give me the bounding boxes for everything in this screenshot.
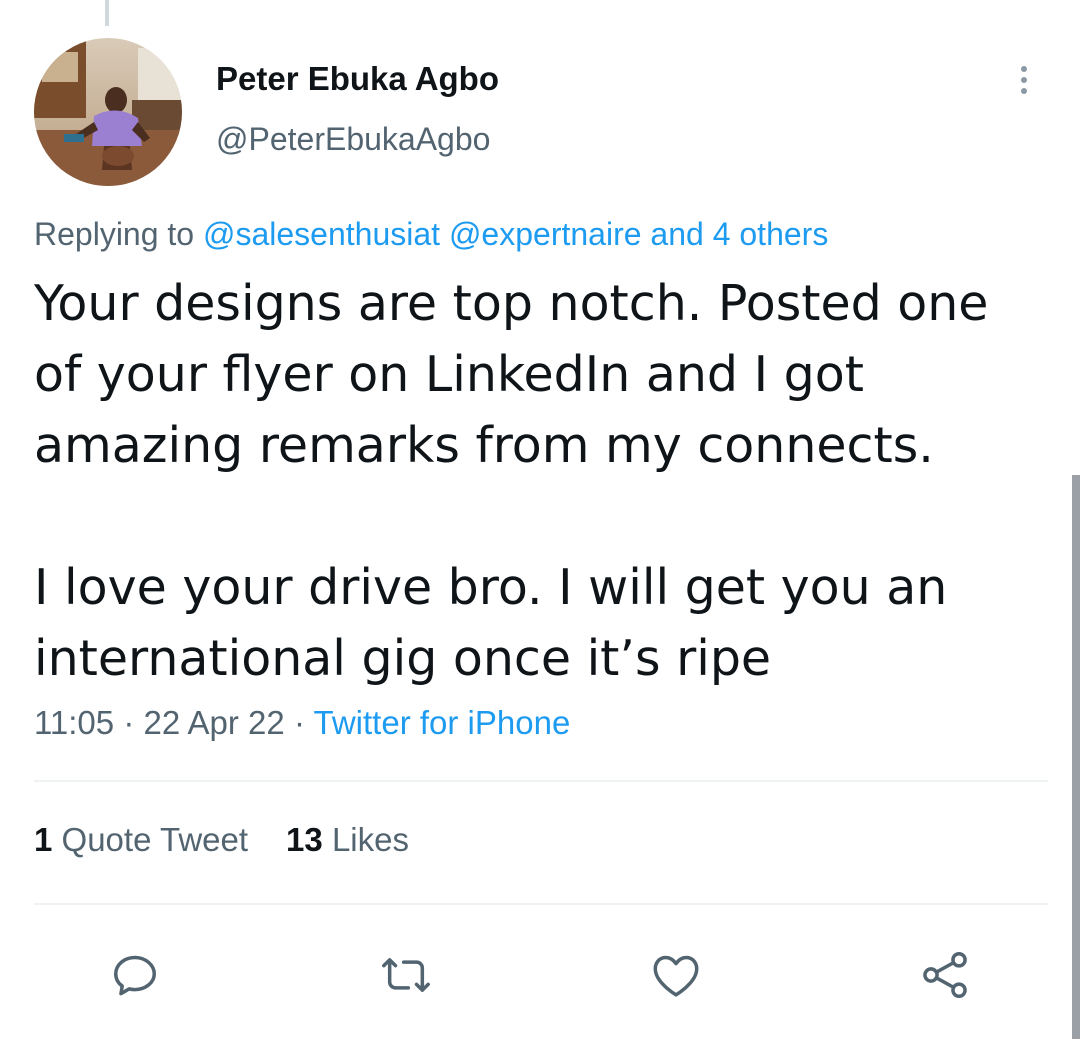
engagement-stats: 1 Quote Tweet 13 Likes: [34, 821, 409, 859]
author-name[interactable]: Peter Ebuka Agbo: [216, 60, 499, 98]
thread-connector-line: [105, 0, 109, 26]
divider: [34, 903, 1048, 905]
replying-to-users-link[interactable]: @salesenthusiat @expertnaire and 4 other…: [203, 216, 828, 252]
more-vertical-icon-dot: [1021, 77, 1027, 83]
reply-icon: [114, 955, 156, 996]
scrollbar[interactable]: [1072, 475, 1080, 1039]
tweet-metadata: 11:05 · 22 Apr 22 · Twitter for iPhone: [34, 704, 570, 742]
tweet-paragraph-2: I love your drive bro. I will get you an…: [34, 559, 948, 687]
share-icon: [923, 952, 967, 998]
quote-tweets-stat[interactable]: 1 Quote Tweet: [34, 821, 248, 859]
replying-to-prefix: Replying to: [34, 216, 195, 252]
more-options-button[interactable]: [1008, 60, 1040, 100]
divider: [34, 780, 1048, 782]
tweet-source-link[interactable]: Twitter for iPhone: [314, 704, 571, 741]
tweet-text: Your designs are top notch. Posted one o…: [34, 268, 1044, 694]
more-vertical-icon-dot: [1021, 88, 1027, 94]
meta-separator: ·: [293, 704, 305, 741]
tweet-action-bar: [0, 940, 1080, 1010]
more-vertical-icon: [1021, 66, 1027, 72]
heart-icon: [653, 955, 699, 997]
avatar[interactable]: [34, 38, 182, 186]
tweet-paragraph-1: Your designs are top notch. Posted one o…: [34, 275, 989, 474]
likes-stat[interactable]: 13 Likes: [286, 821, 409, 859]
replying-to: Replying to @salesenthusiat @expertnaire…: [34, 216, 828, 253]
author-handle[interactable]: @PeterEbukaAgbo: [216, 121, 490, 158]
quote-tweet-count: 1: [34, 821, 53, 858]
retweet-button[interactable]: [371, 940, 441, 1010]
likes-label: Likes: [331, 821, 409, 858]
like-count: 13: [286, 821, 323, 858]
retweet-icon: [382, 958, 430, 992]
like-button[interactable]: [641, 940, 711, 1010]
quote-tweet-label: Quote Tweet: [61, 821, 249, 858]
meta-separator: ·: [123, 704, 135, 741]
avatar-photo: [34, 38, 182, 186]
tweet-date[interactable]: 22 Apr 22: [143, 704, 284, 741]
share-button[interactable]: [910, 940, 980, 1010]
tweet-time[interactable]: 11:05: [34, 704, 114, 741]
reply-button[interactable]: [100, 940, 170, 1010]
